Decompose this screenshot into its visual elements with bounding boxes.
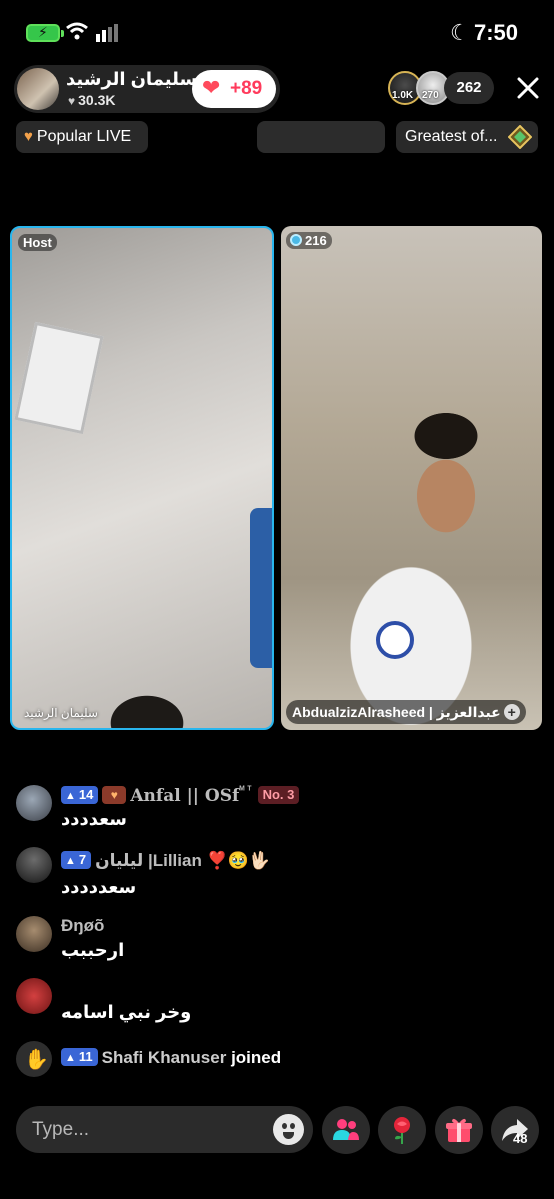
chat-username: Anfal || OSf [130, 786, 240, 806]
level-value: 11 [78, 1049, 93, 1064]
viewer-badge: 270 [422, 90, 439, 101]
host-video-panel[interactable]: Host سليمان الرشيد [10, 226, 274, 730]
diamond-badge-icon [508, 125, 532, 149]
add-icon[interactable]: + [503, 704, 520, 720]
wave-hand-icon: ✋ [16, 1041, 52, 1077]
gift-icon [446, 1118, 472, 1142]
share-button[interactable] [491, 1106, 539, 1154]
guest-video-panel[interactable]: 216 AbdualzizAlrasheed | عبدالعزيز + [281, 226, 542, 730]
share-count: 48 [513, 1131, 528, 1146]
status-bar: ⚡ ☾ 7:50 [0, 0, 554, 66]
wifi-icon [66, 22, 88, 40]
join-action: joined [231, 1048, 282, 1067]
heart-icon: ❤ [202, 75, 221, 100]
do-not-disturb-moon-icon: ☾ [450, 20, 470, 45]
level-triangle-icon: ▲ [65, 790, 76, 802]
popular-live-chip[interactable]: ♥ Popular LIVE [16, 121, 148, 153]
greatest-of-label: Greatest of... [405, 128, 498, 145]
rank-value: No. 3 [262, 787, 295, 802]
person-arm [250, 508, 272, 668]
chat-username: ليليان |Lillian ❣️🥹🖖🏻 [95, 851, 271, 870]
host-likes-value: 30.3K [78, 92, 116, 108]
level-badge: ▲ 11 [61, 1048, 98, 1066]
multi-guest-button[interactable] [322, 1106, 370, 1154]
chat-username: Shafi Khanuser [101, 1048, 227, 1067]
chat-avatar[interactable] [16, 916, 52, 952]
viewer-count[interactable]: 262 [444, 72, 494, 104]
chat-text: سعدددد [61, 809, 127, 829]
follow-plus-count: +89 [230, 78, 263, 99]
rose-icon [394, 1117, 410, 1144]
chat-username: Đŋøõ [61, 916, 105, 935]
chat-text: سعددددد [61, 877, 137, 897]
score-icon [290, 234, 302, 246]
battery-charging-icon: ⚡ [26, 24, 64, 42]
level-badge: ▲ 14 [61, 786, 99, 804]
comment-input[interactable]: Type... [16, 1106, 313, 1153]
follow-button[interactable]: ❤ +89 [192, 70, 276, 108]
popular-live-label: Popular LIVE [36, 128, 132, 145]
name-superscript: ᴹ ᵀ [239, 785, 252, 796]
join-meta: ▲ 11 Shafi Khanuser joined [61, 1048, 281, 1068]
fan-heart-icon: ♥ [102, 786, 127, 804]
host-tag: Host [18, 234, 57, 251]
rank-badge: No. 3 [257, 786, 300, 804]
level-badge: ▲ 7 [61, 851, 92, 869]
level-value: 14 [78, 787, 94, 802]
chat-text: ارحببب [61, 940, 125, 960]
chat-meta: ▲ 7 ليليان |Lillian ❣️🥹🖖🏻 [61, 851, 270, 871]
guest-score-value: 216 [305, 233, 327, 248]
chat-avatar[interactable] [16, 847, 52, 883]
guest-name: AbdualzizAlrasheed | عبدالعزيز [292, 704, 501, 720]
host-name: سليمان الرشيد [66, 69, 198, 89]
wall-frame [14, 321, 104, 435]
level-triangle-icon: ▲ [65, 1052, 76, 1064]
rose-gift-button[interactable] [378, 1106, 426, 1154]
host-info-pill[interactable]: سليمان الرشيد ♥ 30.3K ❤ +89 [14, 65, 280, 113]
wave-glyph: ✋ [24, 1049, 49, 1071]
emoji-icon[interactable] [273, 1114, 304, 1145]
chat-avatar[interactable] [16, 978, 52, 1014]
shirt-logo [376, 621, 414, 659]
blank-chip[interactable] [257, 121, 385, 153]
chat-meta: ▲ 14 ♥ Anfal || OSfᴹ ᵀ No. 3 [61, 785, 300, 806]
level-triangle-icon: ▲ [65, 855, 76, 867]
greatest-of-chip[interactable]: Greatest of... [396, 121, 538, 153]
comment-placeholder: Type... [32, 1119, 90, 1140]
host-avatar[interactable] [17, 68, 59, 110]
host-panel-name: سليمان الرشيد [24, 706, 98, 720]
status-time: 7:50 [474, 20, 519, 45]
cellular-signal-icon [96, 24, 118, 42]
chat-avatar[interactable] [16, 785, 52, 821]
users-icon [333, 1119, 359, 1140]
heart-outline-icon: ♥ [68, 94, 76, 108]
chat-meta: Đŋøõ [61, 916, 104, 936]
broken-heart-icon: ♥ [24, 128, 33, 145]
gift-button[interactable] [435, 1106, 483, 1154]
close-icon[interactable] [512, 72, 544, 104]
chat-text: وخر نبي اسامه [61, 1002, 192, 1022]
guest-score-badge: 216 [286, 232, 332, 249]
guest-name-label[interactable]: AbdualzizAlrasheed | عبدالعزيز + [286, 700, 526, 724]
level-value: 7 [78, 852, 87, 867]
viewer-badge: 1.0K [392, 90, 414, 101]
host-likes: ♥ 30.3K [68, 92, 115, 108]
